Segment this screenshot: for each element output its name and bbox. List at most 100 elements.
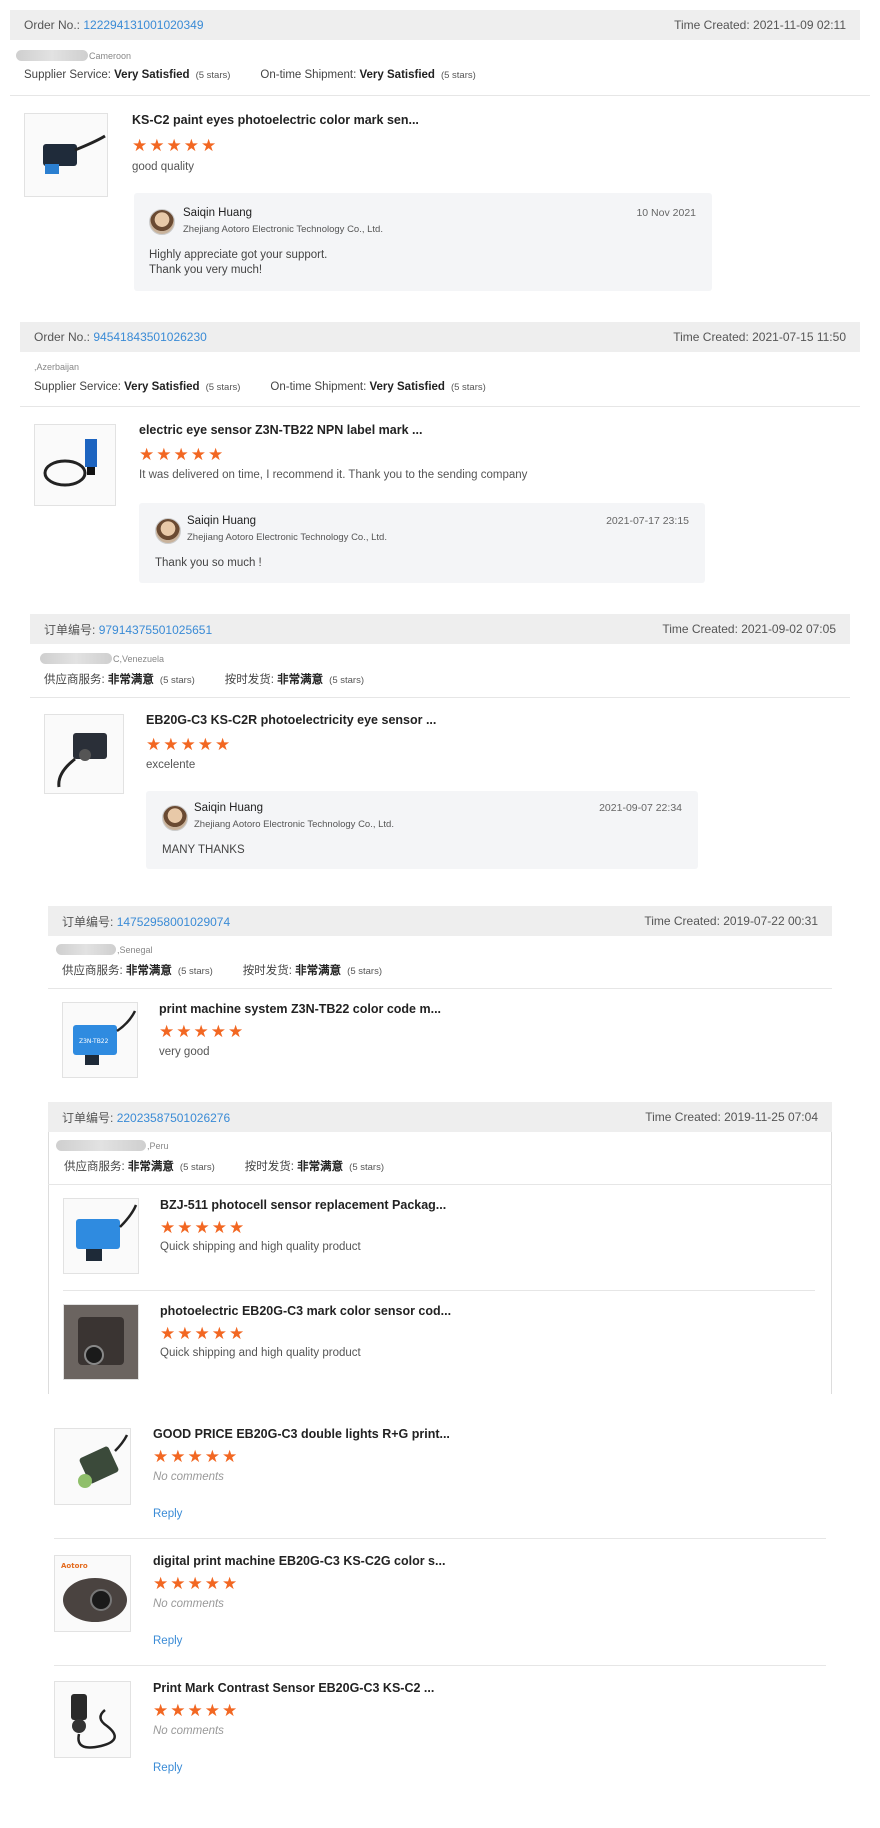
star-icon: ★ bbox=[163, 735, 179, 754]
order-header: 订单编号: 22023587501026276 Time Created: 20… bbox=[48, 1102, 832, 1132]
replier-company: Zhejiang Aotoro Electronic Technology Co… bbox=[194, 819, 394, 830]
divider bbox=[54, 1665, 826, 1666]
buyer-info: ,Senegal bbox=[56, 944, 153, 955]
divider bbox=[54, 1538, 826, 1539]
reply-date: 2021-07-17 23:15 bbox=[606, 515, 689, 527]
reply-date: 10 Nov 2021 bbox=[636, 207, 696, 219]
star-icon: ★ bbox=[204, 1574, 220, 1593]
order-number: 订单编号: 97914375501025651 bbox=[44, 622, 213, 637]
time-created: Time Created: 2021-09-02 07:05 bbox=[662, 622, 836, 636]
order-number-link[interactable]: 22023587501026276 bbox=[117, 1111, 230, 1125]
star-rating: ★ ★ ★ ★ ★ bbox=[132, 137, 216, 154]
order-ratings: Supplier Service: Very Satisfied (5 stars… bbox=[34, 381, 486, 393]
avatar bbox=[149, 209, 175, 235]
star-icon: ★ bbox=[183, 136, 199, 155]
product-image[interactable] bbox=[63, 1198, 139, 1274]
buyer-info: Cameroon bbox=[16, 50, 131, 61]
order-ratings: 供应商服务: 非常满意 (5 stars) 按时发货: 非常满意 (5 stars) bbox=[44, 674, 364, 686]
avatar bbox=[155, 518, 181, 544]
time-created: Time Created: 2021-07-15 11:50 bbox=[673, 330, 846, 344]
star-icon: ★ bbox=[194, 1218, 210, 1237]
order-header: Order No.: 94541843501026230 Time Create… bbox=[20, 322, 860, 352]
buyer-info: ,Peru bbox=[56, 1140, 169, 1151]
star-rating: ★ ★ ★ ★ ★ bbox=[146, 736, 230, 753]
order-number-link[interactable]: 14752958001029074 bbox=[117, 915, 230, 929]
order-ratings: 供应商服务: 非常满意 (5 stars) 按时发货: 非常满意 (5 stars) bbox=[62, 965, 382, 977]
product-image[interactable]: Aotoro bbox=[54, 1555, 131, 1632]
reply-link[interactable]: Reply bbox=[153, 1508, 182, 1520]
reply-text: Highly appreciate got your support. Than… bbox=[149, 249, 328, 276]
star-icon: ★ bbox=[177, 1218, 193, 1237]
star-icon: ★ bbox=[153, 1447, 169, 1466]
star-rating: ★ ★ ★ ★ ★ bbox=[160, 1219, 244, 1236]
product-title[interactable]: digital print machine EB20G-C3 KS-C2G co… bbox=[153, 1554, 445, 1568]
product-image[interactable] bbox=[63, 1304, 139, 1380]
star-icon: ★ bbox=[211, 1218, 227, 1237]
star-icon: ★ bbox=[215, 735, 231, 754]
divider bbox=[10, 95, 870, 96]
divider bbox=[48, 988, 832, 989]
product-image[interactable] bbox=[24, 113, 108, 197]
star-rating: ★ ★ ★ ★ ★ bbox=[160, 1325, 244, 1342]
order-number-link[interactable]: 97914375501025651 bbox=[99, 623, 212, 637]
product-title[interactable]: GOOD PRICE EB20G-C3 double lights R+G pr… bbox=[153, 1427, 450, 1441]
star-icon: ★ bbox=[197, 735, 213, 754]
star-rating: ★ ★ ★ ★ ★ bbox=[159, 1023, 243, 1040]
star-icon: ★ bbox=[222, 1574, 238, 1593]
star-rating: ★ ★ ★ ★ ★ bbox=[153, 1575, 237, 1592]
star-icon: ★ bbox=[187, 1701, 203, 1720]
product-title[interactable]: EB20G-C3 KS-C2R photoelectricity eye sen… bbox=[146, 713, 436, 727]
order-number-link[interactable]: 94541843501026230 bbox=[93, 330, 206, 344]
time-created: Time Created: 2019-07-22 00:31 bbox=[644, 914, 818, 928]
order-header: 订单编号: 14752958001029074 Time Created: 20… bbox=[48, 906, 832, 936]
star-icon: ★ bbox=[210, 1022, 226, 1041]
reply-link[interactable]: Reply bbox=[153, 1635, 182, 1647]
product-image[interactable] bbox=[54, 1428, 131, 1505]
product-title[interactable]: KS-C2 paint eyes photoelectric color mar… bbox=[132, 113, 419, 127]
star-icon: ★ bbox=[204, 1447, 220, 1466]
product-title[interactable]: photoelectric EB20G-C3 mark color sensor… bbox=[160, 1304, 451, 1318]
buyer-info: ,Azerbaijan bbox=[34, 362, 80, 372]
star-icon: ★ bbox=[166, 136, 182, 155]
star-icon: ★ bbox=[187, 1447, 203, 1466]
review-comment: No comments bbox=[153, 1598, 224, 1610]
order-number-link[interactable]: 122294131001020349 bbox=[83, 18, 203, 32]
star-icon: ★ bbox=[208, 445, 224, 464]
product-image[interactable]: Z3N-TB22 bbox=[62, 1002, 138, 1078]
product-image[interactable] bbox=[44, 714, 124, 794]
masked-buyer-name bbox=[56, 1140, 146, 1151]
reply-text: MANY THANKS bbox=[162, 844, 245, 856]
star-rating: ★ ★ ★ ★ ★ bbox=[153, 1448, 237, 1465]
star-icon: ★ bbox=[156, 445, 172, 464]
product-title[interactable]: electric eye sensor Z3N-TB22 NPN label m… bbox=[139, 423, 422, 437]
star-icon: ★ bbox=[204, 1701, 220, 1720]
review-comment: No comments bbox=[153, 1725, 224, 1737]
order-header: 订单编号: 97914375501025651 Time Created: 20… bbox=[30, 614, 850, 644]
replier-name: Saiqin Huang bbox=[187, 515, 257, 527]
replier-name: Saiqin Huang bbox=[194, 802, 264, 814]
product-title[interactable]: Print Mark Contrast Sensor EB20G-C3 KS-C… bbox=[153, 1681, 434, 1695]
star-icon: ★ bbox=[139, 445, 155, 464]
time-created: Time Created: 2019-11-25 07:04 bbox=[645, 1110, 818, 1124]
star-icon: ★ bbox=[146, 735, 162, 754]
product-title[interactable]: print machine system Z3N-TB22 color code… bbox=[159, 1002, 441, 1016]
star-icon: ★ bbox=[211, 1324, 227, 1343]
star-icon: ★ bbox=[229, 1324, 245, 1343]
order-header: Order No.: 122294131001020349 Time Creat… bbox=[10, 10, 860, 40]
star-icon: ★ bbox=[160, 1324, 176, 1343]
review-comment: No comments bbox=[153, 1471, 224, 1483]
product-image[interactable] bbox=[34, 424, 116, 506]
review-comment: very good bbox=[159, 1046, 210, 1058]
seller-reply: Saiqin Huang Zhejiang Aotoro Electronic … bbox=[134, 193, 712, 291]
review-comment: Quick shipping and high quality product bbox=[160, 1347, 361, 1359]
product-title[interactable]: BZJ-511 photocell sensor replacement Pac… bbox=[160, 1198, 446, 1212]
order-number: Order No.: 94541843501026230 bbox=[34, 330, 207, 344]
star-icon: ★ bbox=[229, 1218, 245, 1237]
star-icon: ★ bbox=[187, 1574, 203, 1593]
product-image[interactable] bbox=[54, 1681, 131, 1758]
star-icon: ★ bbox=[201, 136, 217, 155]
star-icon: ★ bbox=[159, 1022, 175, 1041]
star-icon: ★ bbox=[132, 136, 148, 155]
reply-link[interactable]: Reply bbox=[153, 1762, 182, 1774]
star-icon: ★ bbox=[193, 1022, 209, 1041]
